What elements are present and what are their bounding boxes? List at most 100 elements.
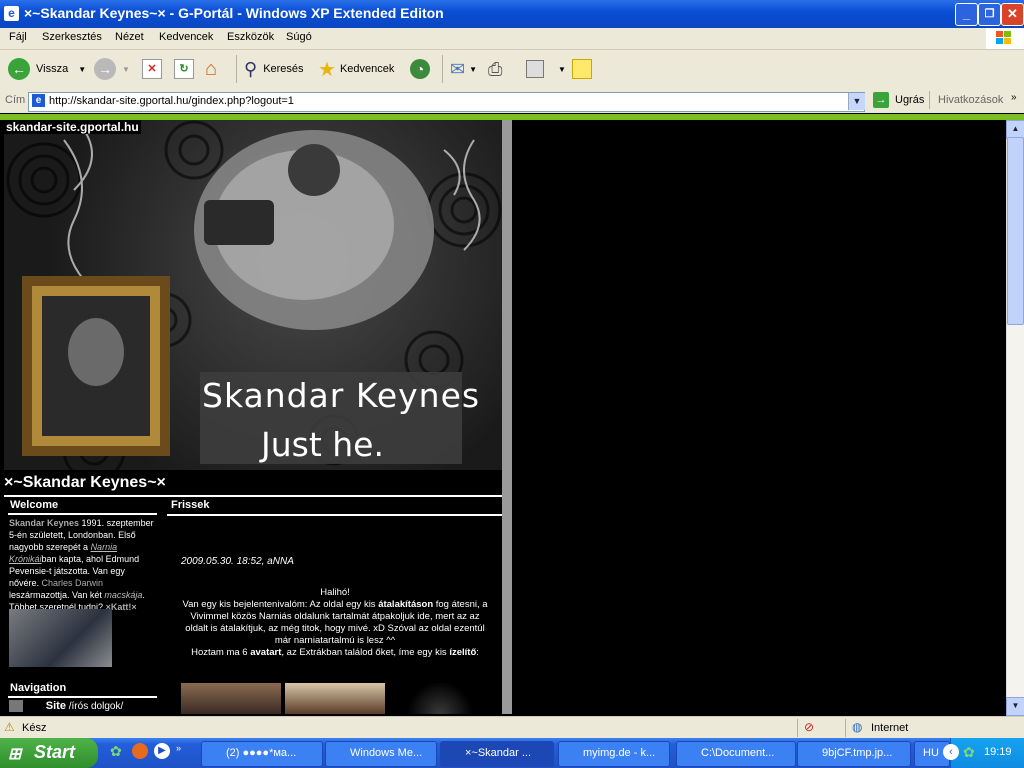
address-label: Cím bbox=[5, 94, 26, 106]
back-button[interactable]: ← Vissza ▼ bbox=[8, 55, 86, 83]
avatar-image-2[interactable] bbox=[285, 683, 385, 714]
printer-icon: ⎙ bbox=[488, 58, 503, 79]
task-image-file[interactable]: 9bjCF.tmp.jp... bbox=[797, 741, 911, 767]
links-button[interactable]: Hivatkozások bbox=[938, 94, 1003, 106]
post-body: Halihó! Van egy kis bejelentenivalóm: Az… bbox=[178, 587, 492, 659]
task-myimg[interactable]: myimg.de - k... bbox=[558, 741, 670, 767]
home-icon: ⌂ bbox=[205, 57, 218, 80]
nav-site-icon bbox=[9, 700, 23, 713]
title-bar[interactable]: e ×~Skandar Keynes~× - G-Portál - Window… bbox=[0, 0, 1024, 28]
task-documents[interactable]: C:\Document... bbox=[676, 741, 796, 767]
avatar-image-3[interactable] bbox=[405, 683, 475, 714]
windows-flag-icon bbox=[996, 31, 1011, 44]
menu-view[interactable]: Nézet bbox=[115, 31, 144, 43]
quick-launch-chevron-icon[interactable]: » bbox=[176, 743, 181, 759]
welcome-title: Welcome bbox=[10, 499, 59, 511]
refresh-button[interactable]: ↻ bbox=[174, 55, 194, 83]
media-player-icon[interactable]: ▶ bbox=[154, 743, 170, 759]
address-separator bbox=[929, 91, 930, 109]
post-paragraph-2: Hoztam ma 6 avatart, az Extrákban találo… bbox=[191, 647, 479, 658]
quick-launch: ✿ ▶ » bbox=[110, 743, 181, 759]
post-date: 2009.05.30. 18:52, aNNA bbox=[181, 556, 294, 567]
address-dropdown-icon[interactable]: ▼ bbox=[848, 93, 865, 110]
edit-button[interactable]: ▼ bbox=[526, 55, 566, 83]
nav-item-site[interactable]: Site /írós dolgok/ bbox=[9, 700, 157, 713]
nav-site-rest: /írós dolgok/ bbox=[65, 701, 124, 712]
go-arrow-icon[interactable]: → bbox=[873, 92, 889, 108]
favorites-button[interactable]: ★ Kedvencek bbox=[318, 55, 394, 83]
windows-logo-icon bbox=[986, 28, 1024, 49]
charles-darwin-link[interactable]: Charles Darwin bbox=[42, 578, 104, 588]
cats-link[interactable]: macskája bbox=[104, 590, 142, 600]
task-windows-media[interactable]: Windows Me... bbox=[325, 741, 437, 767]
star-icon: ★ bbox=[318, 58, 336, 81]
note-icon bbox=[572, 59, 592, 79]
forward-dropdown-icon[interactable]: ▼ bbox=[122, 65, 130, 74]
ie-icon[interactable]: e bbox=[4, 6, 19, 21]
mail-icon: ✉ bbox=[450, 58, 466, 79]
avatar-image-1[interactable] bbox=[181, 683, 281, 714]
edit-dropdown-icon[interactable]: ▼ bbox=[558, 65, 566, 74]
messenger-button[interactable] bbox=[572, 55, 592, 83]
status-separator bbox=[845, 719, 846, 737]
print-button[interactable]: ⎙ bbox=[488, 55, 502, 83]
post-paragraph-1: Van egy kis bejelentenivalóm: Az oldal e… bbox=[182, 599, 488, 646]
menu-tools[interactable]: Eszközök bbox=[227, 31, 274, 43]
close-button[interactable]: ✕ bbox=[1001, 3, 1024, 26]
toolbar-separator bbox=[442, 55, 443, 83]
address-input[interactable]: e http://skandar-site.gportal.hu/gindex.… bbox=[28, 92, 865, 112]
menu-favorites[interactable]: Kedvencek bbox=[159, 31, 213, 43]
start-button[interactable]: ⊞ Start bbox=[0, 738, 98, 768]
task-skandar-browser[interactable]: ×~Skandar ... bbox=[440, 741, 554, 767]
frissek-title: Frissek bbox=[171, 499, 210, 511]
back-arrow-icon: ← bbox=[8, 58, 30, 80]
maximize-button[interactable]: ❐ bbox=[978, 3, 1001, 26]
firefox-icon[interactable] bbox=[132, 743, 148, 759]
menu-edit[interactable]: Szerkesztés bbox=[42, 31, 102, 43]
edit-icon bbox=[526, 60, 544, 78]
forward-arrow-icon: → bbox=[94, 58, 116, 80]
site-heading-bar: ×~Skandar Keynes~× bbox=[4, 471, 502, 497]
menu-bar: Fájl Szerkesztés Nézet Kedvencek Eszközö… bbox=[0, 28, 1024, 50]
navigation-title: Navigation bbox=[10, 682, 67, 694]
tray-messenger-icon[interactable]: ✿ bbox=[963, 744, 975, 761]
address-url[interactable]: http://skandar-site.gportal.hu/gindex.ph… bbox=[49, 95, 294, 107]
skandar-link[interactable]: Skandar Keynes bbox=[9, 518, 79, 528]
history-icon: ◔ bbox=[410, 59, 430, 79]
minimize-button[interactable]: _ bbox=[955, 3, 978, 26]
mail-dropdown-icon[interactable]: ▼ bbox=[469, 65, 477, 74]
content-divider bbox=[502, 120, 512, 714]
status-bar: ⚠ Kész ⊘ ◍ Internet bbox=[0, 716, 1024, 739]
history-button[interactable]: ◔ bbox=[410, 55, 430, 83]
welcome-photo[interactable] bbox=[9, 609, 112, 667]
tray-expand-icon[interactable]: ‹ bbox=[943, 744, 959, 760]
links-chevron-icon[interactable]: » bbox=[1011, 92, 1017, 103]
welcome-text-3: leszármazottja. Van két bbox=[9, 590, 105, 600]
search-button[interactable]: ⚲ Keresés bbox=[244, 55, 304, 83]
scroll-thumb[interactable] bbox=[1007, 137, 1024, 325]
banner-art bbox=[6, 120, 502, 470]
nav-site-label: Site bbox=[45, 700, 66, 712]
menu-file[interactable]: Fájl bbox=[9, 31, 27, 43]
home-button[interactable]: ⌂ bbox=[205, 55, 217, 83]
back-dropdown-icon[interactable]: ▼ bbox=[78, 65, 86, 74]
post-greeting: Halihó! bbox=[320, 587, 350, 598]
globe-icon: ◍ bbox=[852, 720, 863, 734]
refresh-icon: ↻ bbox=[174, 59, 194, 79]
navigation-header: Navigation bbox=[8, 680, 157, 698]
scroll-down-icon[interactable]: ▼ bbox=[1006, 697, 1024, 716]
menu-help[interactable]: Súgó bbox=[286, 31, 312, 43]
banner-subtitle: Just he. bbox=[261, 425, 384, 464]
forward-button[interactable]: → ▼ bbox=[94, 55, 130, 83]
site-heading: ×~Skandar Keynes~× bbox=[4, 474, 166, 491]
messenger-icon[interactable]: ✿ bbox=[110, 743, 126, 759]
welcome-header: Welcome bbox=[8, 497, 157, 515]
blocked-icon[interactable]: ⊘ bbox=[804, 720, 814, 734]
zone-label: Internet bbox=[871, 722, 909, 734]
task-messenger[interactable]: (2) ●●●●*ма... bbox=[201, 741, 323, 767]
stop-button[interactable]: ✕ bbox=[142, 55, 162, 83]
search-label: Keresés bbox=[263, 63, 304, 75]
mail-button[interactable]: ✉ ▼ bbox=[450, 55, 477, 83]
favorites-label: Kedvencek bbox=[339, 63, 395, 75]
go-button[interactable]: Ugrás bbox=[895, 94, 924, 106]
